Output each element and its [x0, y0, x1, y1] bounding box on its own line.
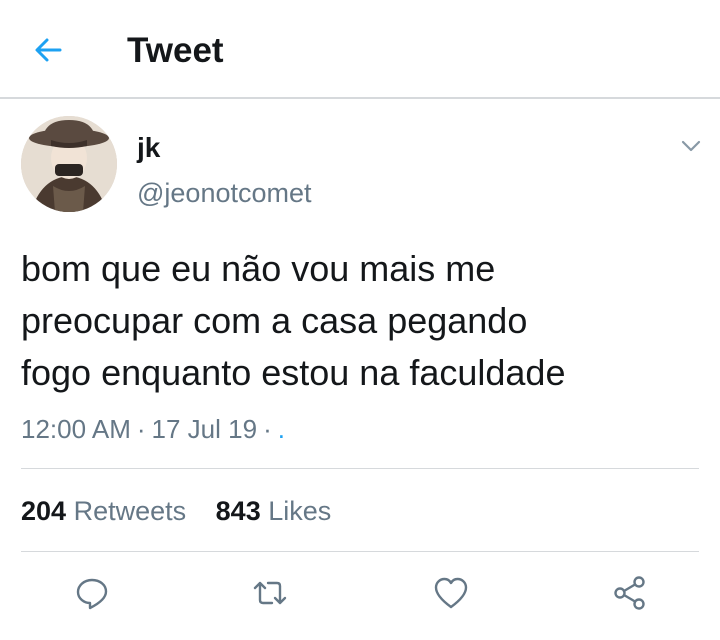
author-display-name[interactable]: jk: [137, 131, 160, 165]
author-handle[interactable]: @jeonotcomet: [137, 177, 312, 209]
page-title: Tweet: [127, 31, 224, 70]
chevron-down-icon: [681, 140, 701, 152]
tweet-text-line: preocupar com a casa pegando: [21, 300, 528, 341]
top-app-bar: Tweet: [0, 0, 720, 99]
likes-stat[interactable]: 843 Likes: [216, 494, 332, 528]
like-button[interactable]: [432, 574, 470, 612]
tweet-timestamp: 12:00 AM · 17 Jul 19 ·.: [21, 412, 285, 446]
retweets-label: Retweets: [73, 496, 187, 526]
speech-bubble-icon: [76, 578, 108, 610]
heart-icon: [434, 577, 468, 609]
tweet-time: 12:00 AM: [21, 414, 131, 444]
likes-label: Likes: [268, 496, 332, 526]
tweet-source-link[interactable]: .: [278, 414, 285, 444]
profile-photo: [21, 116, 117, 212]
share-nodes-icon: [614, 576, 645, 610]
retweet-button[interactable]: [251, 574, 289, 612]
retweet-arrows-icon: [253, 581, 287, 605]
retweets-count: 204: [21, 496, 67, 526]
meta-separator: ·: [136, 414, 146, 444]
retweets-stat[interactable]: 204 Retweets: [21, 494, 186, 528]
meta-separator: ·: [263, 414, 272, 444]
tweet-text-line: bom que eu não vou mais me: [21, 248, 496, 289]
more-options-button[interactable]: [676, 131, 706, 161]
arrow-left-icon: [35, 38, 62, 62]
tweet-stats: 204 Retweets 843 Likes: [21, 494, 331, 528]
avatar[interactable]: [21, 116, 117, 212]
divider: [21, 468, 699, 469]
share-button[interactable]: [611, 574, 649, 612]
reply-button[interactable]: [73, 574, 111, 612]
back-button[interactable]: [30, 30, 70, 70]
likes-count: 843: [215, 496, 261, 526]
tweet-date: 17 Jul 19: [151, 414, 258, 444]
tweet-text: bom que eu não vou mais me preocupar com…: [21, 243, 701, 399]
tweet-text-line: fogo enquanto estou na faculdade: [21, 352, 566, 393]
divider: [21, 551, 699, 552]
